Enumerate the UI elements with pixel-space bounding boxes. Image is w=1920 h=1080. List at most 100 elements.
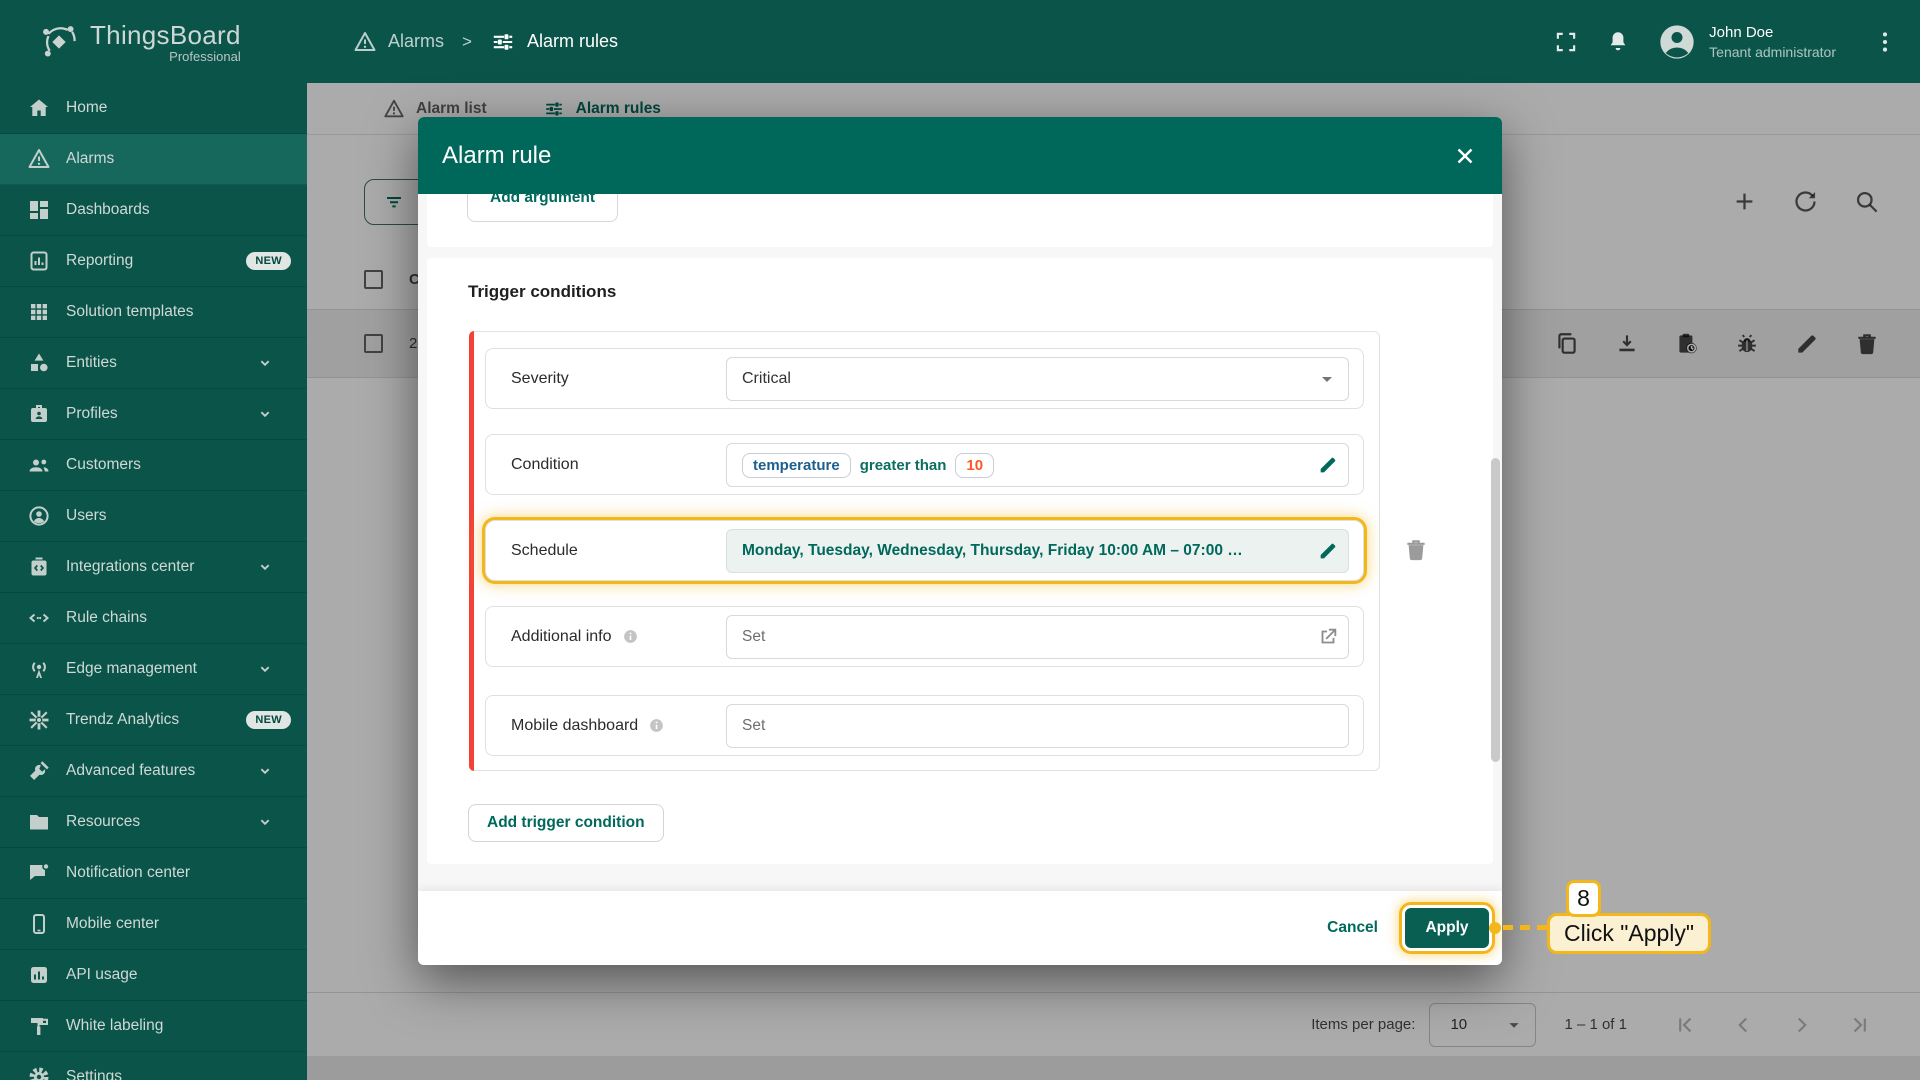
sidebar-item-rule-chains[interactable]: Rule chains <box>0 593 307 644</box>
dashboards-icon <box>27 198 51 222</box>
additional-info-field[interactable]: Set <box>726 615 1349 659</box>
sidebar-item-resources[interactable]: Resources <box>0 797 307 848</box>
sidebar-item-label: API usage <box>66 966 138 983</box>
mobile-icon <box>27 912 51 936</box>
trendz-icon <box>27 708 51 732</box>
sidebar-item-label: Dashboards <box>66 201 150 218</box>
sidebar-item-home[interactable]: Home <box>0 83 307 134</box>
severity-select[interactable]: Critical <box>726 357 1349 401</box>
severity-value: Critical <box>742 370 791 387</box>
templates-icon <box>27 300 51 324</box>
thingsboard-logo-icon <box>38 21 80 63</box>
sidebar-item-api-usage[interactable]: API usage <box>0 950 307 1001</box>
schedule-field[interactable]: Monday, Tuesday, Wednesday, Thursday, Fr… <box>726 529 1349 573</box>
add-trigger-condition-button[interactable]: Add trigger condition <box>468 804 664 842</box>
dialog-footer: Cancel Apply <box>418 891 1502 965</box>
more-menu-icon[interactable] <box>1872 29 1898 55</box>
sidebar-item-solution-templates[interactable]: Solution templates <box>0 287 307 338</box>
home-icon <box>27 96 51 120</box>
avatar[interactable] <box>1657 22 1697 62</box>
warning-icon <box>353 30 377 54</box>
tools-icon <box>27 759 51 783</box>
condition-field[interactable]: temperature greater than 10 <box>726 443 1349 487</box>
condition-value-chip: 10 <box>955 452 995 478</box>
fullscreen-icon[interactable] <box>1553 29 1579 55</box>
breadcrumb-alarm-rules[interactable]: Alarm rules <box>490 29 618 55</box>
breadcrumb-separator: > <box>462 31 472 51</box>
condition-key-chip: temperature <box>742 452 851 478</box>
warning-icon <box>27 147 51 171</box>
user-info[interactable]: John Doe Tenant administrator <box>1709 24 1836 60</box>
edit-icon[interactable] <box>1317 540 1339 562</box>
breadcrumb-alarms[interactable]: Alarms <box>353 30 444 54</box>
sidebar-item-label: Entities <box>66 354 117 371</box>
sidebar-item-mobile-center[interactable]: Mobile center <box>0 899 307 950</box>
sidebar-item-settings[interactable]: Settings <box>0 1052 307 1080</box>
settings-icon <box>27 1065 51 1080</box>
user-role: Tenant administrator <box>1709 43 1836 60</box>
schedule-label: Schedule <box>511 541 578 559</box>
sidebar-item-label: Profiles <box>66 405 118 422</box>
paint-icon <box>27 1014 51 1038</box>
tune-icon <box>490 29 516 55</box>
sidebar-item-label: Edge management <box>66 660 197 677</box>
sidebar-item-label: Settings <box>66 1068 123 1080</box>
sidebar-item-label: Solution templates <box>66 303 194 320</box>
sidebar-item-integrations-center[interactable]: Integrations center <box>0 542 307 593</box>
sidebar-item-label: Rule chains <box>66 609 147 626</box>
user-name: John Doe <box>1709 23 1774 41</box>
sidebar-item-edge-management[interactable]: Edge management <box>0 644 307 695</box>
reporting-icon <box>27 249 51 273</box>
sidebar-item-reporting[interactable]: Reporting NEW <box>0 236 307 287</box>
sidebar-item-trendz-analytics[interactable]: Trendz Analytics NEW <box>0 695 307 746</box>
mobile-dashboard-field[interactable]: Set <box>726 704 1349 748</box>
section-title: Trigger conditions <box>468 282 617 301</box>
apply-button[interactable]: Apply <box>1405 908 1489 948</box>
condition-operator: greater than <box>859 456 947 474</box>
cancel-button[interactable]: Cancel <box>1327 919 1378 937</box>
sidebar-item-alarms[interactable]: Alarms <box>0 134 307 185</box>
rulechains-icon <box>27 606 51 630</box>
sidebar-nav: Home Alarms Dashboards Reporting NEW Solution… <box>0 83 307 1080</box>
delete-trigger-condition-icon[interactable] <box>1403 537 1429 563</box>
brand-logo[interactable]: ThingsBoard Professional <box>0 0 307 83</box>
breadcrumb-alarms-label: Alarms <box>388 31 445 51</box>
schedule-row: Schedule Monday, Tuesday, Wednesday, Thu… <box>485 520 1364 581</box>
sidebar-item-notification-center[interactable]: Notification center <box>0 848 307 899</box>
sidebar-item-dashboards[interactable]: Dashboards <box>0 185 307 236</box>
schedule-value: Monday, Tuesday, Wednesday, Thursday, Fr… <box>742 542 1243 559</box>
edit-icon[interactable] <box>1317 454 1339 476</box>
notifications-bell-icon[interactable] <box>1605 29 1631 55</box>
sidebar-item-customers[interactable]: Customers <box>0 440 307 491</box>
sidebar-item-white-labeling[interactable]: White labeling <box>0 1001 307 1052</box>
trigger-conditions-section: Trigger conditions Severity Critical Con… <box>427 258 1493 864</box>
sidebar-item-label: Mobile center <box>66 915 160 932</box>
close-icon[interactable] <box>1452 143 1478 169</box>
chevron-down-icon <box>254 556 276 578</box>
dialog-header: Alarm rule <box>418 117 1502 194</box>
sidebar-item-advanced-features[interactable]: Advanced features <box>0 746 307 797</box>
sidebar: ThingsBoard Professional Home Alarms Dashb… <box>0 0 307 1080</box>
required-accent-bar <box>469 331 474 771</box>
chevron-down-icon <box>254 403 276 425</box>
dropdown-caret-icon <box>1315 367 1339 391</box>
sidebar-item-label: Trendz Analytics <box>66 711 180 728</box>
additional-info-label: Additional info <box>511 627 612 645</box>
modal-scrollbar[interactable] <box>1491 458 1500 762</box>
additional-info-row: Additional info Set <box>485 606 1364 667</box>
severity-row: Severity Critical <box>485 348 1364 409</box>
chevron-down-icon <box>254 352 276 374</box>
top-bar: Alarms > Alarm rules John Doe Tenant adm… <box>307 0 1920 83</box>
profiles-icon <box>27 402 51 426</box>
sidebar-item-users[interactable]: Users <box>0 491 307 542</box>
folder-icon <box>27 810 51 834</box>
breadcrumb: Alarms > Alarm rules <box>353 29 618 55</box>
dialog-title: Alarm rule <box>442 141 552 169</box>
arguments-section: Add argument <box>427 174 1493 247</box>
sidebar-item-profiles[interactable]: Profiles <box>0 389 307 440</box>
condition-row: Condition temperature greater than 10 <box>485 434 1364 495</box>
api-icon <box>27 963 51 987</box>
open-in-new-icon[interactable] <box>1317 626 1339 648</box>
user-icon <box>27 504 51 528</box>
sidebar-item-entities[interactable]: Entities <box>0 338 307 389</box>
